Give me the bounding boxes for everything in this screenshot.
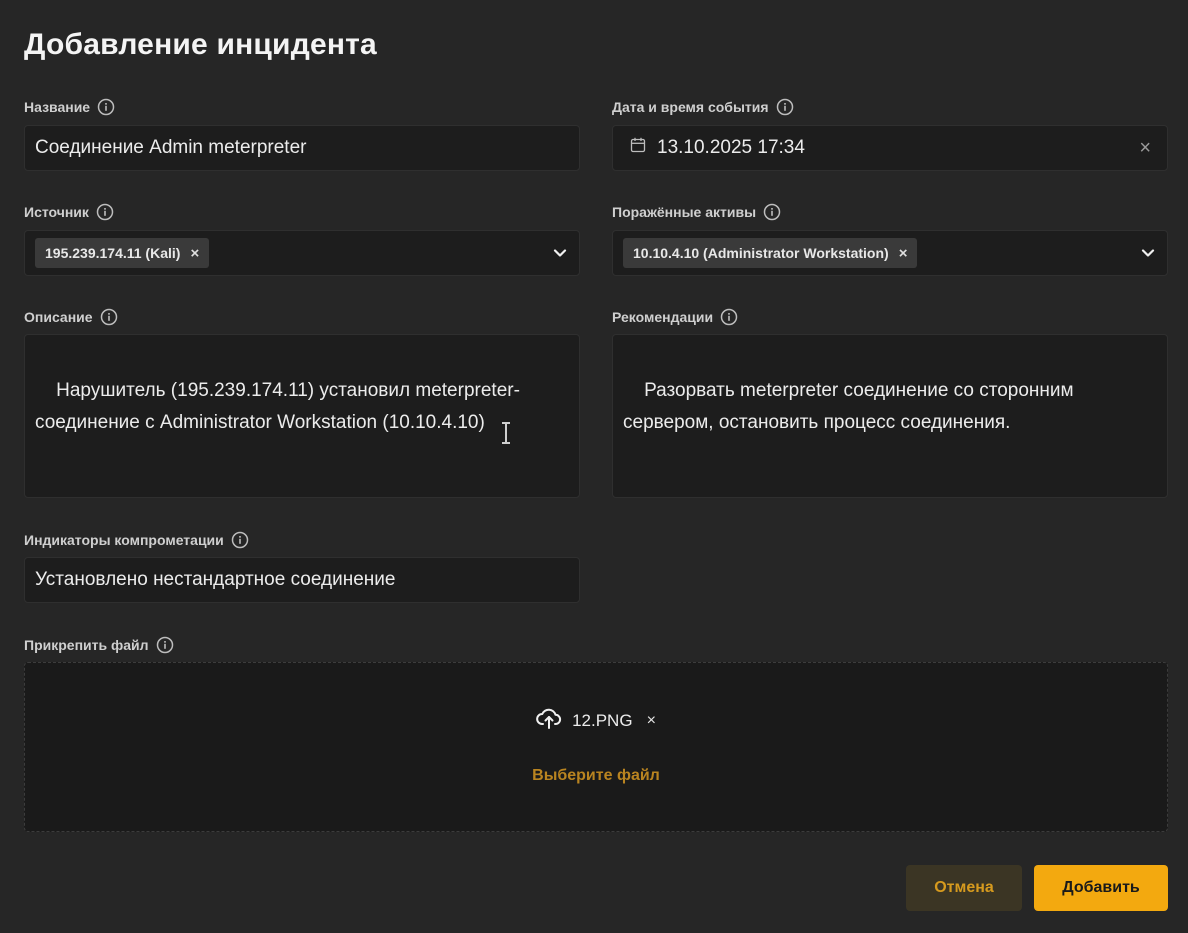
name-label: Название bbox=[24, 98, 115, 116]
source-label: Источник bbox=[24, 203, 114, 221]
assets-tag: 10.10.4.10 (Administrator Workstation) × bbox=[623, 238, 918, 268]
description-textarea[interactable]: Нарушитель (195.239.174.11) установил me… bbox=[24, 334, 580, 498]
ioc-label: Индикаторы компрометации bbox=[24, 531, 249, 549]
calendar-icon bbox=[629, 136, 647, 160]
source-label-text: Источник bbox=[24, 204, 89, 220]
info-icon[interactable] bbox=[97, 98, 115, 116]
description-label: Описание bbox=[24, 308, 118, 326]
name-label-text: Название bbox=[24, 99, 91, 115]
source-tag: 195.239.174.11 (Kali) × bbox=[35, 238, 210, 268]
info-icon[interactable] bbox=[96, 203, 114, 221]
source-tag-label: 195.239.174.11 (Kali) bbox=[45, 245, 181, 261]
info-icon[interactable] bbox=[776, 98, 794, 116]
file-dropzone[interactable]: 12.PNG × Выберите файл bbox=[24, 662, 1168, 832]
recommendations-textarea[interactable]: Разорвать meterpreter соединение со стор… bbox=[612, 334, 1168, 498]
info-icon[interactable] bbox=[763, 203, 781, 221]
name-value: Соединение Admin meterpreter bbox=[35, 137, 307, 158]
ioc-input[interactable]: Установлено нестандартное соединение bbox=[24, 557, 580, 603]
assets-tag-label: 10.10.4.10 (Administrator Workstation) bbox=[633, 245, 889, 261]
attach-label: Прикрепить файл bbox=[24, 636, 174, 654]
assets-label: Поражённые активы bbox=[612, 203, 781, 221]
dialog-title: Добавление инцидента bbox=[24, 28, 377, 61]
datetime-label-text: Дата и время события bbox=[612, 99, 769, 115]
description-label-text: Описание bbox=[24, 309, 93, 325]
recommendations-label-text: Рекомендации bbox=[612, 309, 714, 325]
recommendations-label: Рекомендации bbox=[612, 308, 738, 326]
remove-tag-icon[interactable]: × bbox=[899, 246, 908, 261]
add-button[interactable]: Добавить bbox=[1034, 865, 1168, 911]
name-input[interactable]: Соединение Admin meterpreter bbox=[24, 125, 580, 171]
clear-date-icon[interactable]: × bbox=[1139, 137, 1151, 160]
source-select[interactable]: 195.239.174.11 (Kali) × bbox=[24, 230, 580, 276]
add-incident-dialog: Добавление инцидента Название Соединение… bbox=[0, 0, 1188, 933]
datetime-picker[interactable]: 13.10.2025 17:34 × bbox=[612, 125, 1168, 171]
file-name: 12.PNG bbox=[572, 710, 633, 730]
recommendations-value: Разорвать meterpreter соединение со стор… bbox=[623, 380, 1074, 433]
text-cursor-icon bbox=[499, 420, 513, 446]
remove-tag-icon[interactable]: × bbox=[190, 246, 199, 261]
attach-label-text: Прикрепить файл bbox=[24, 637, 149, 653]
info-icon[interactable] bbox=[100, 308, 118, 326]
chevron-down-icon[interactable] bbox=[1139, 244, 1157, 262]
cloud-upload-icon bbox=[536, 707, 562, 734]
ioc-value: Установлено нестандартное соединение bbox=[35, 569, 396, 590]
description-value: Нарушитель (195.239.174.11) установил me… bbox=[35, 380, 520, 433]
info-icon[interactable] bbox=[156, 636, 174, 654]
remove-file-icon[interactable]: × bbox=[647, 712, 656, 730]
info-icon[interactable] bbox=[231, 531, 249, 549]
chevron-down-icon[interactable] bbox=[551, 244, 569, 262]
info-icon[interactable] bbox=[720, 308, 738, 326]
assets-select[interactable]: 10.10.4.10 (Administrator Workstation) × bbox=[612, 230, 1168, 276]
datetime-label: Дата и время события bbox=[612, 98, 794, 116]
datetime-value: 13.10.2025 17:34 bbox=[657, 137, 805, 158]
assets-label-text: Поражённые активы bbox=[612, 204, 757, 220]
cancel-button[interactable]: Отмена bbox=[906, 865, 1022, 911]
ioc-label-text: Индикаторы компрометации bbox=[24, 532, 224, 548]
choose-file-link[interactable]: Выберите файл bbox=[25, 767, 1167, 785]
attached-file: 12.PNG × bbox=[25, 707, 1167, 734]
